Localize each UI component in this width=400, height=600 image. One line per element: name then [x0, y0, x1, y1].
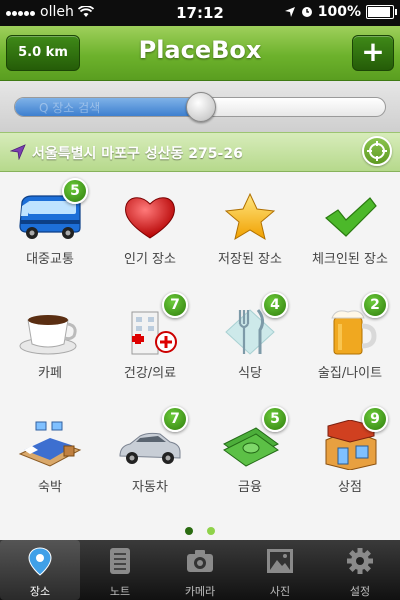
add-place-button[interactable]: +: [352, 35, 394, 71]
radius-slider-bar: Q 장소 검색: [0, 81, 400, 132]
category-checked-in-places[interactable]: 체크인된 장소: [300, 172, 400, 286]
category-label: 술집/나이트: [317, 366, 383, 381]
tab-label: 장소: [29, 585, 51, 598]
camera-icon: [187, 550, 213, 572]
category-label: 금융: [238, 480, 262, 495]
category-grid: 5 대중교통 인기 장소 저장된 장소 체크인된 장소 카페 7 건강/의료 4…: [0, 172, 400, 514]
navigation-arrow-icon: [10, 144, 26, 160]
location-arrow-icon: [284, 7, 295, 17]
app-title: PlaceBox: [138, 36, 262, 64]
checkmark-icon: [325, 197, 377, 237]
category-count-badge: 5: [262, 406, 288, 432]
radius-slider-thumb[interactable]: [186, 92, 216, 122]
tab-label: 설정: [349, 585, 371, 598]
category-finance[interactable]: 5 금융: [200, 400, 300, 514]
clock-icon: [301, 7, 312, 17]
notes-icon: [110, 548, 130, 574]
category-label: 체크인된 장소: [312, 252, 388, 267]
category-restaurant[interactable]: 4 식당: [200, 286, 300, 400]
location-pin-icon: [28, 547, 52, 576]
category-popular-places[interactable]: 인기 장소: [100, 172, 200, 286]
category-label: 식당: [238, 366, 262, 381]
status-bar: olleh 17:12 100%: [0, 0, 400, 26]
tab-settings[interactable]: 설정: [320, 540, 400, 600]
category-count-badge: 5: [62, 178, 88, 204]
category-label: 저장된 장소: [218, 252, 282, 267]
tab-label: 카메라: [184, 585, 216, 598]
category-shop[interactable]: 9 상점: [300, 400, 400, 514]
category-count-badge: 7: [162, 406, 188, 432]
tab-places[interactable]: 장소: [0, 540, 80, 600]
search-placeholder: Q 장소 검색: [39, 101, 101, 115]
category-count-badge: 4: [262, 292, 288, 318]
bed-icon: [18, 421, 82, 467]
page-dot[interactable]: [206, 527, 215, 535]
category-count-badge: 9: [362, 406, 388, 432]
category-automobile[interactable]: 7 자동차: [100, 400, 200, 514]
category-label: 숙박: [38, 480, 62, 495]
category-saved-places[interactable]: 저장된 장소: [200, 172, 300, 286]
tab-camera[interactable]: 카메라: [160, 540, 240, 600]
category-lodging[interactable]: 숙박: [0, 400, 100, 514]
category-label: 카페: [38, 366, 62, 381]
battery-percent: 100%: [317, 4, 361, 20]
category-cafe[interactable]: 카페: [0, 286, 100, 400]
category-bar-nightlife[interactable]: 2 술집/나이트: [300, 286, 400, 400]
gear-icon: [347, 548, 373, 574]
star-icon: [224, 192, 276, 241]
locate-me-button[interactable]: [362, 136, 392, 166]
location-bar: 서울특별시 마포구 성산동 275-26: [0, 132, 400, 172]
tab-label: 사진: [269, 585, 291, 598]
category-count-badge: 2: [362, 292, 388, 318]
category-health-medical[interactable]: 7 건강/의료: [100, 286, 200, 400]
category-public-transit[interactable]: 5 대중교통: [0, 172, 100, 286]
category-label: 대중교통: [26, 252, 74, 267]
heart-icon: [125, 197, 175, 239]
category-count-badge: 7: [162, 292, 188, 318]
current-address: 서울특별시 마포구 성산동 275-26: [32, 146, 243, 162]
tab-notes[interactable]: 노트: [80, 540, 160, 600]
category-label: 건강/의료: [123, 366, 177, 381]
tab-label: 노트: [109, 585, 131, 598]
coffee-cup-icon: [19, 315, 77, 355]
tab-bar: 장소 노트 카메라 사진 설정: [0, 540, 400, 600]
page-dot[interactable]: [185, 527, 194, 535]
page-indicator: [0, 520, 400, 539]
battery-icon: [366, 5, 397, 19]
category-label: 자동차: [132, 480, 168, 495]
category-label: 인기 장소: [124, 252, 176, 267]
photo-icon: [267, 549, 293, 573]
crosshair-icon: [367, 141, 387, 161]
tab-photos[interactable]: 사진: [240, 540, 320, 600]
header: 5.0 km PlaceBox +: [0, 26, 400, 81]
radius-slider-track[interactable]: Q 장소 검색: [14, 92, 386, 122]
category-label: 상점: [338, 480, 362, 495]
